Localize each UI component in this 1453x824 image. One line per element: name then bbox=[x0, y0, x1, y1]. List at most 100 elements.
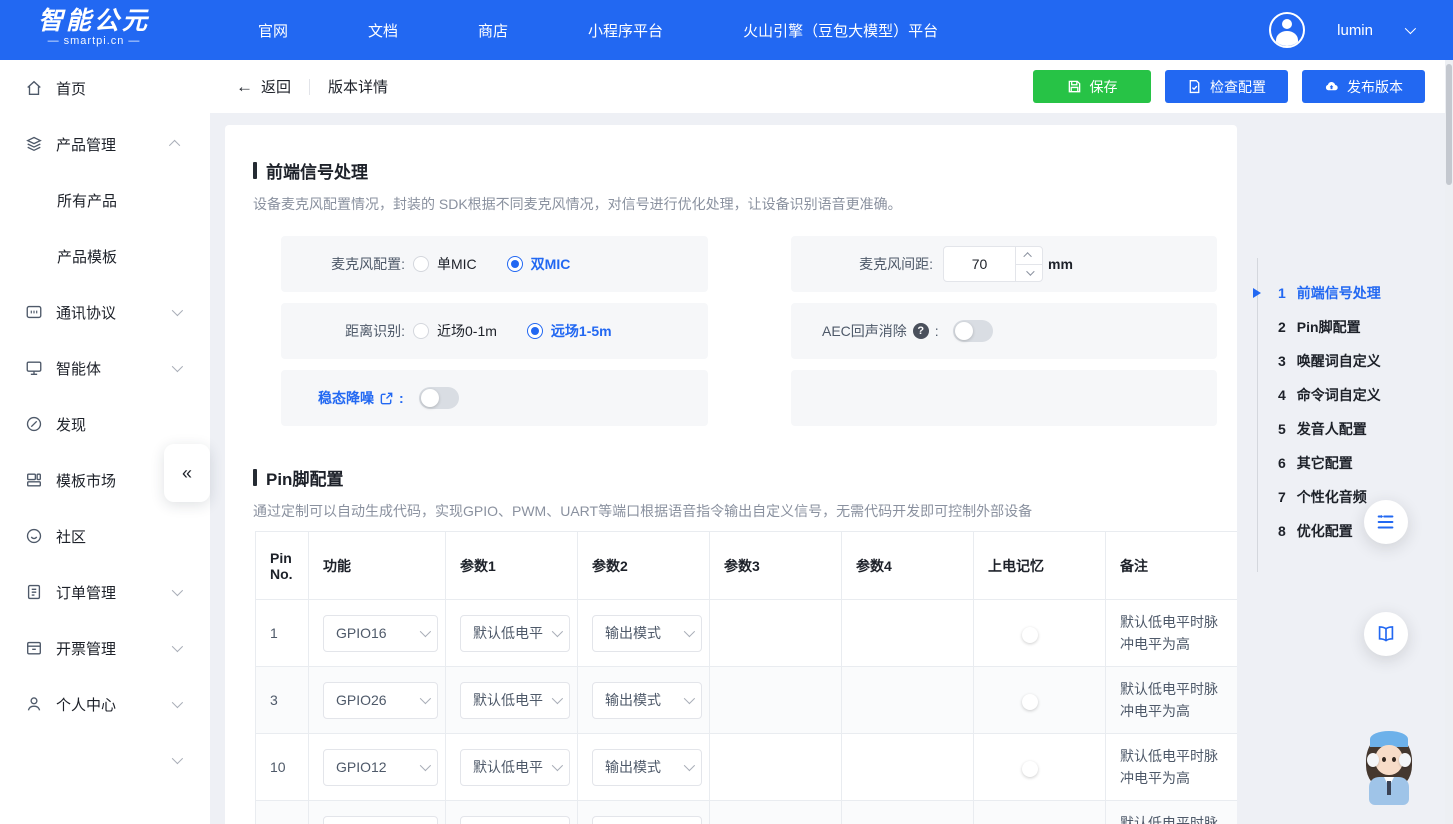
sidebar-item-agent[interactable]: 智能体 bbox=[0, 340, 210, 396]
denoise-toggle[interactable] bbox=[419, 387, 459, 409]
order-doc-icon bbox=[25, 583, 43, 601]
sidebar-item-protocol[interactable]: 通讯协议 bbox=[0, 284, 210, 340]
sidebar-item-personal-center[interactable]: 个人中心 bbox=[0, 676, 210, 732]
radio-dual-mic[interactable]: 双MIC bbox=[507, 254, 571, 274]
user-menu[interactable]: lumin bbox=[1269, 0, 1413, 60]
outline-list-button[interactable] bbox=[1364, 500, 1408, 544]
sidebar-item-label: 产品管理 bbox=[56, 134, 116, 155]
aec-colon: : bbox=[935, 323, 939, 339]
nav-link-volcengine[interactable]: 火山引擎（豆包大模型）平台 bbox=[743, 20, 938, 41]
anchor-item-wakeword[interactable]: 3唤醒词自定义 bbox=[1278, 344, 1381, 378]
sidebar-item-label: 通讯协议 bbox=[56, 302, 116, 323]
nav-link-official[interactable]: 官网 bbox=[258, 20, 288, 41]
template-market-icon bbox=[25, 471, 43, 489]
sidebar-item-extra[interactable] bbox=[0, 732, 210, 788]
section-title-bar bbox=[253, 162, 257, 179]
sidebar-item-product-templates[interactable]: 产品模板 bbox=[0, 228, 210, 284]
nav-link-docs[interactable]: 文档 bbox=[368, 20, 398, 41]
param1-select[interactable]: 默认低电平 bbox=[460, 615, 570, 652]
docs-book-icon bbox=[1375, 623, 1397, 645]
param2-select[interactable]: 输出模式 bbox=[592, 682, 702, 719]
publish-version-button[interactable]: 发布版本 bbox=[1302, 70, 1425, 103]
anchor-item-custom-audio[interactable]: 7个性化音频 bbox=[1278, 480, 1381, 514]
brand-logo[interactable]: 智能公元 — smartpi.cn — bbox=[38, 8, 150, 47]
radio-far-field[interactable]: 远场1-5m bbox=[527, 321, 612, 341]
table-row: 3 GPIO26 默认低电平 输出模式 默认低电平时脉冲电平为高 bbox=[256, 667, 1238, 734]
external-link-icon[interactable] bbox=[379, 391, 394, 406]
nav-link-miniprogram[interactable]: 小程序平台 bbox=[588, 20, 663, 41]
anchor-nav: 1前端信号处理 2Pin脚配置 3唤醒词自定义 4命令词自定义 5发音人配置 6… bbox=[1257, 258, 1381, 572]
denoise-link[interactable]: 稳态降噪 bbox=[318, 388, 374, 408]
radio-icon bbox=[413, 256, 429, 272]
sidebar-item-label: 发现 bbox=[56, 414, 86, 435]
check-config-button[interactable]: 检查配置 bbox=[1165, 70, 1288, 103]
sidebar-item-home[interactable]: 首页 bbox=[0, 60, 210, 116]
section-title: Pin脚配置 bbox=[266, 465, 343, 490]
col-remark: 备注 bbox=[1106, 532, 1238, 600]
chevron-up-icon bbox=[169, 140, 180, 151]
support-avatar[interactable] bbox=[1358, 731, 1420, 807]
mic-spacing-input[interactable]: 70 bbox=[943, 246, 1043, 282]
param1-select[interactable]: 默认低电平 bbox=[460, 749, 570, 786]
sidebar-item-community[interactable]: 社区 bbox=[0, 508, 210, 564]
back-label: 返回 bbox=[261, 76, 291, 97]
aec-card: AEC回声消除 ? : bbox=[791, 303, 1217, 359]
number-stepper bbox=[1015, 247, 1042, 281]
param1-select[interactable]: 默认低电平 bbox=[460, 682, 570, 719]
param2-select[interactable]: 输出模式 bbox=[592, 615, 702, 652]
param3-cell bbox=[710, 734, 842, 801]
docs-book-button[interactable] bbox=[1364, 612, 1408, 656]
param4-cell bbox=[842, 801, 974, 824]
param3-cell bbox=[710, 600, 842, 667]
remark-text: 默认低电平时脉冲电平为高 bbox=[1120, 607, 1237, 660]
sidebar-collapse-button[interactable]: « bbox=[164, 444, 210, 502]
sidebar-item-invoices[interactable]: 开票管理 bbox=[0, 620, 210, 676]
stepper-down-button[interactable] bbox=[1016, 265, 1042, 282]
username: lumin bbox=[1337, 22, 1373, 39]
anchor-item-command[interactable]: 4命令词自定义 bbox=[1278, 378, 1381, 412]
chevron-down-icon bbox=[172, 641, 183, 652]
help-question-icon[interactable]: ? bbox=[913, 323, 929, 339]
chevron-down-icon bbox=[172, 697, 183, 708]
param2-select[interactable]: 输出模式 bbox=[592, 749, 702, 786]
distance-label: 距离识别: bbox=[281, 321, 405, 341]
user-icon bbox=[25, 695, 43, 713]
mic-config-label: 麦克风配置: bbox=[281, 254, 405, 274]
anchor-item-speaker[interactable]: 5发音人配置 bbox=[1278, 412, 1381, 446]
back-button[interactable]: ← 返回 bbox=[236, 76, 291, 97]
col-pin-no: Pin No. bbox=[256, 532, 309, 600]
param1-select[interactable] bbox=[460, 816, 570, 824]
chevron-down-icon bbox=[684, 760, 695, 771]
active-marker-icon bbox=[1253, 288, 1261, 298]
remark-text: 默认低电平时脉冲电平为高 bbox=[1120, 808, 1237, 824]
function-select[interactable] bbox=[323, 816, 438, 824]
save-button[interactable]: 保存 bbox=[1033, 70, 1151, 103]
compass-icon bbox=[25, 415, 43, 433]
radio-single-mic[interactable]: 单MIC bbox=[413, 254, 477, 274]
function-select[interactable]: GPIO26 bbox=[323, 682, 438, 719]
anchor-item-other[interactable]: 6其它配置 bbox=[1278, 446, 1381, 480]
scrollbar-thumb[interactable] bbox=[1446, 64, 1452, 185]
anchor-item-signal[interactable]: 1前端信号处理 bbox=[1278, 276, 1381, 310]
version-detail-card: 前端信号处理 设备麦克风配置情况，封装的 SDK根据不同麦克风情况，对信号进行优… bbox=[225, 125, 1237, 824]
anchor-item-pin[interactable]: 2Pin脚配置 bbox=[1278, 310, 1381, 344]
section-desc: 通过定制可以自动生成代码，实现GPIO、PWM、UART等端口根据语音指令输出自… bbox=[253, 501, 1237, 521]
sidebar-item-all-products[interactable]: 所有产品 bbox=[0, 172, 210, 228]
function-select[interactable]: GPIO16 bbox=[323, 615, 438, 652]
mic-spacing-value[interactable]: 70 bbox=[944, 247, 1015, 281]
sidebar-item-product-mgmt[interactable]: 产品管理 bbox=[0, 116, 210, 172]
aec-toggle[interactable] bbox=[953, 320, 993, 342]
stepper-up-button[interactable] bbox=[1016, 247, 1042, 265]
table-row: 默认低电平时脉冲电平为高 bbox=[256, 801, 1238, 824]
sidebar-item-orders[interactable]: 订单管理 bbox=[0, 564, 210, 620]
pin-config-table: Pin No. 功能 参数1 参数2 参数3 参数4 上电记忆 备注 1 GPI… bbox=[255, 531, 1237, 824]
remark-text: 默认低电平时脉冲电平为高 bbox=[1120, 741, 1237, 794]
function-select[interactable]: GPIO12 bbox=[323, 749, 438, 786]
nav-link-shop[interactable]: 商店 bbox=[478, 20, 508, 41]
page-scrollbar[interactable] bbox=[1445, 60, 1453, 824]
home-icon bbox=[25, 79, 43, 97]
param2-select[interactable] bbox=[592, 816, 702, 824]
param3-cell bbox=[710, 667, 842, 734]
mic-spacing-label: 麦克风间距: bbox=[791, 254, 933, 274]
radio-near-field[interactable]: 近场0-1m bbox=[413, 321, 497, 341]
